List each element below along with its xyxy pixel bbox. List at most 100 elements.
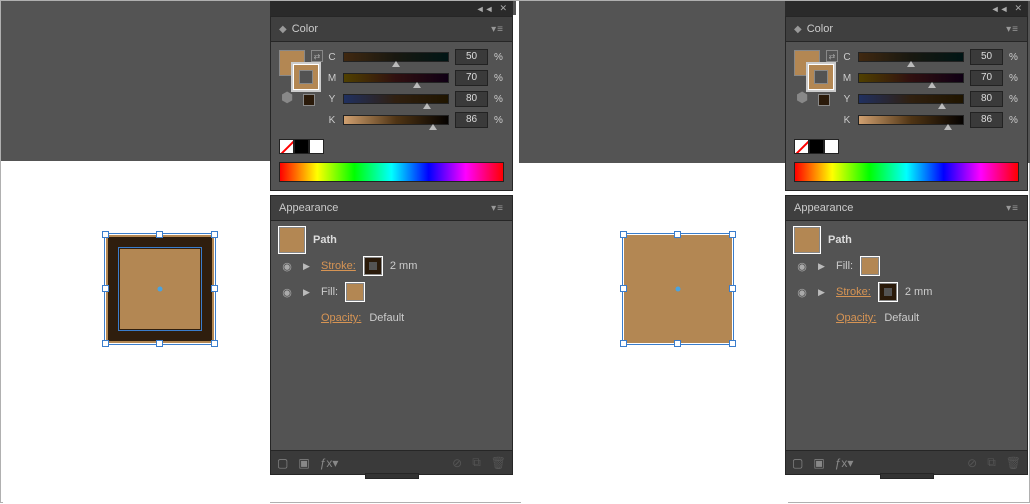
visibility-icon[interactable]: ◉ (794, 260, 810, 273)
panel-dock-controls[interactable]: ◄◄ ✕ (270, 1, 513, 16)
new-art-icon[interactable]: ▢ (792, 456, 803, 470)
magenta-value[interactable]: 70 (455, 70, 488, 86)
stroke-label[interactable]: Stroke: (321, 260, 356, 272)
opacity-row[interactable]: ◉▶ Opacity: Default (792, 305, 1021, 331)
cyan-slider[interactable] (343, 52, 449, 62)
opacity-value[interactable]: Default (369, 312, 404, 324)
path-row[interactable]: Path (277, 227, 506, 253)
opacity-row[interactable]: ◉▶ Opacity: Default (277, 305, 506, 331)
fill-label[interactable]: Fill: (836, 260, 853, 272)
expand-icon[interactable]: ▶ (303, 261, 313, 272)
visibility-icon[interactable]: ◉ (794, 286, 810, 299)
slider-label: C (327, 52, 337, 63)
stroke-swatch-mini[interactable] (879, 283, 897, 301)
close-icon[interactable]: ✕ (1014, 3, 1022, 14)
color-mode-icon[interactable] (818, 94, 830, 106)
swap-icon[interactable]: ⇄ (826, 50, 838, 62)
white-chip[interactable] (824, 139, 839, 154)
collapse-icon[interactable]: ◄◄ (476, 4, 494, 14)
opacity-value[interactable]: Default (884, 312, 919, 324)
layers-icon[interactable]: ▣ (813, 456, 824, 470)
trash-icon: 🗑 (1006, 456, 1021, 470)
panel-title: Color (807, 23, 833, 35)
fill-swatch-mini[interactable] (346, 283, 364, 301)
white-chip[interactable] (309, 139, 324, 154)
path-label: Path (828, 234, 852, 246)
opacity-label[interactable]: Opacity: (321, 312, 361, 324)
stroke-row[interactable]: ◉ ▶ Stroke: 2 mm (277, 253, 506, 279)
visibility-icon[interactable]: ◉ (279, 260, 295, 273)
spectrum-picker[interactable] (279, 162, 504, 182)
yellow-slider[interactable] (858, 94, 964, 104)
expand-icon[interactable]: ▶ (303, 287, 313, 298)
appearance-footer: ▢ ▣ ƒx▾ ⊘ ⧉ 🗑 (271, 450, 512, 474)
black-value[interactable]: 86 (455, 112, 488, 128)
fill-stroke-picker[interactable]: ⇄ ⬢ (794, 50, 834, 106)
fill-swatch-mini[interactable] (861, 257, 879, 275)
panel-title: Appearance (794, 202, 853, 214)
3d-icon[interactable]: ⬢ (281, 89, 293, 106)
clear-icon: ⊘ (967, 456, 977, 470)
layers-icon[interactable]: ▣ (298, 456, 309, 470)
slider-label: K (327, 115, 337, 126)
expand-icon[interactable]: ▶ (818, 287, 828, 298)
panel-menu-icon[interactable]: ▾≡ (1006, 24, 1019, 35)
black-slider[interactable] (858, 115, 964, 125)
yellow-value[interactable]: 80 (455, 91, 488, 107)
close-icon[interactable]: ✕ (499, 3, 507, 14)
path-thumbnail (794, 227, 820, 253)
stroke-swatch[interactable] (293, 64, 319, 90)
opacity-label[interactable]: Opacity: (836, 312, 876, 324)
fill-label[interactable]: Fill: (321, 286, 338, 298)
stroke-row[interactable]: ◉ ▶ Stroke: 2 mm (792, 279, 1021, 305)
color-panel: ◆Color▾≡ ⇄ ⬢ C50% M70% Y80% K86% (270, 16, 513, 191)
yellow-slider[interactable] (343, 94, 449, 104)
clear-icon: ⊘ (452, 456, 462, 470)
selected-rectangle[interactable] (106, 235, 214, 343)
panel-title: Color (292, 23, 318, 35)
magenta-slider[interactable] (343, 73, 449, 83)
selected-rectangle[interactable] (624, 235, 732, 343)
path-label: Path (313, 234, 337, 246)
path-row[interactable]: Path (792, 227, 1021, 253)
none-color[interactable] (279, 139, 294, 154)
stroke-label[interactable]: Stroke: (836, 286, 871, 298)
artboard[interactable] (521, 163, 788, 504)
palette-icon: ◆ (279, 24, 287, 35)
resize-grip[interactable] (880, 473, 934, 479)
black-chip[interactable] (294, 139, 309, 154)
fx-menu-icon[interactable]: ƒx▾ (320, 456, 339, 470)
none-color[interactable] (794, 139, 809, 154)
fill-row[interactable]: ◉ ▶ Fill: (792, 253, 1021, 279)
panel-menu-icon[interactable]: ▾≡ (1006, 203, 1019, 214)
artboard[interactable] (3, 161, 270, 504)
cyan-value[interactable]: 50 (455, 49, 488, 65)
magenta-slider[interactable] (858, 73, 964, 83)
cyan-slider[interactable] (858, 52, 964, 62)
stroke-value[interactable]: 2 mm (390, 260, 418, 272)
black-chip[interactable] (809, 139, 824, 154)
appearance-panel: Appearance ▾≡ Path ◉ ▶ Fill: ◉ ▶ Stroke: (785, 195, 1028, 475)
panel-dock-controls[interactable]: ◄◄ ✕ (785, 1, 1028, 16)
black-slider[interactable] (343, 115, 449, 125)
stroke-swatch-mini[interactable] (364, 257, 382, 275)
duplicate-icon: ⧉ (987, 455, 996, 470)
fx-menu-icon[interactable]: ƒx▾ (835, 456, 854, 470)
resize-grip[interactable] (365, 473, 419, 479)
panel-menu-icon[interactable]: ▾≡ (491, 24, 504, 35)
new-art-icon[interactable]: ▢ (277, 456, 288, 470)
quick-palette[interactable] (271, 135, 512, 158)
swap-icon[interactable]: ⇄ (311, 50, 323, 62)
panel-menu-icon[interactable]: ▾≡ (491, 203, 504, 214)
stroke-swatch[interactable] (808, 64, 834, 90)
fill-stroke-picker[interactable]: ⇄ ⬢ (279, 50, 319, 106)
quick-palette[interactable] (786, 135, 1027, 158)
3d-icon[interactable]: ⬢ (796, 89, 808, 106)
expand-icon[interactable]: ▶ (818, 261, 828, 272)
spectrum-picker[interactable] (794, 162, 1019, 182)
color-mode-icon[interactable] (303, 94, 315, 106)
visibility-icon[interactable]: ◉ (279, 286, 295, 299)
stroke-value[interactable]: 2 mm (905, 286, 933, 298)
fill-row[interactable]: ◉ ▶ Fill: (277, 279, 506, 305)
collapse-icon[interactable]: ◄◄ (991, 4, 1009, 14)
